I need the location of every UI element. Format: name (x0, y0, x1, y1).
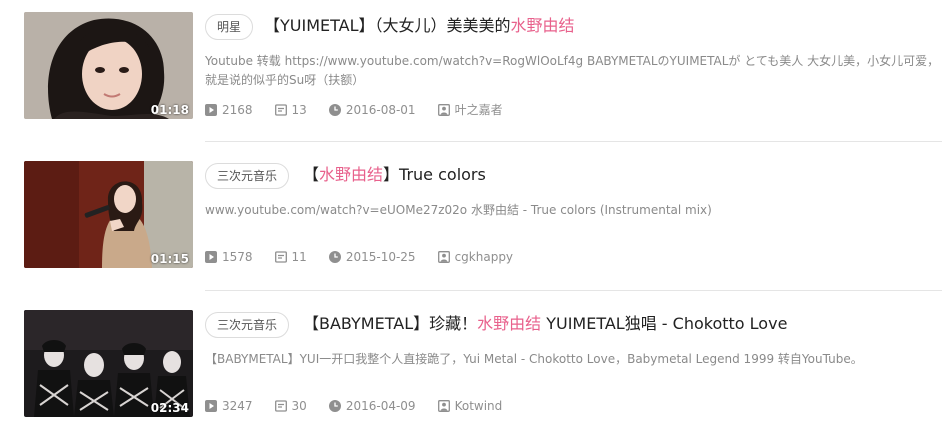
video-duration: 01:15 (150, 252, 189, 266)
uploader-name: cgkhappy (454, 250, 514, 264)
user-icon (437, 103, 450, 116)
upload-date: 2016-04-09 (328, 399, 416, 413)
comment-count: 30 (274, 399, 307, 413)
upload-date-value: 2015-10-25 (345, 250, 416, 264)
uploader[interactable]: Kotwind (437, 399, 503, 413)
video-meta: 1578 11 2015-10-25 cgkhappy (205, 250, 535, 264)
video-description: www.youtube.com/watch?v=eUOMe27z02o 水野由結… (205, 203, 712, 217)
title-highlight: 水野由结 (319, 165, 384, 184)
comment-count: 11 (274, 250, 307, 264)
video-list: 01:18 明星 【YUIMETAL】（大女儿）美美美的水野由结 Youtube… (0, 0, 942, 429)
video-thumbnail[interactable]: 01:15 (24, 161, 193, 268)
play-count: 2168 (205, 103, 253, 117)
video-description: 【BABYMETAL】YUI一开口我整个人直接跪了，Yui Metal - Ch… (205, 352, 863, 366)
play-count-value: 2168 (222, 102, 253, 117)
clock-icon (328, 400, 341, 412)
video-item: 01:18 明星 【YUIMETAL】（大女儿）美美美的水野由结 Youtube… (0, 0, 942, 140)
uploader-name: Kotwind (454, 399, 503, 413)
video-thumbnail[interactable]: 01:18 (24, 12, 193, 119)
play-count: 1578 (205, 250, 253, 264)
video-thumbnail[interactable]: 02:34 (24, 310, 193, 417)
play-count-icon (205, 251, 217, 263)
video-duration: 02:34 (150, 401, 189, 415)
category-tag[interactable]: 三次元音乐 (205, 312, 290, 338)
category-tag[interactable]: 三次元音乐 (205, 163, 290, 189)
video-description: Youtube 转载 https://www.youtube.com/watch… (205, 54, 940, 87)
comment-count-value: 11 (291, 250, 307, 264)
video-duration: 01:18 (150, 103, 189, 117)
comment-icon (274, 251, 287, 263)
play-count-icon (205, 400, 217, 412)
uploader[interactable]: cgkhappy (437, 250, 514, 264)
comment-icon (274, 103, 287, 116)
title-text: 【BABYMETAL】珍藏！ (303, 314, 478, 333)
clock-icon (328, 251, 341, 263)
user-icon (437, 400, 450, 412)
item-divider (205, 290, 942, 291)
title-text: 】True colors (383, 165, 486, 184)
video-meta: 3247 30 2016-04-09 Kotwind (205, 399, 524, 413)
item-divider (205, 141, 942, 142)
upload-date: 2015-10-25 (328, 250, 416, 264)
uploader-name: 叶之嘉者 (454, 103, 503, 117)
play-count-value: 1578 (222, 250, 253, 264)
video-title[interactable]: 【BABYMETAL】珍藏！水野由结 YUIMETAL独唱 - Chokotto… (303, 311, 787, 337)
uploader[interactable]: 叶之嘉者 (437, 101, 503, 118)
video-meta: 2168 13 2016-08-01 叶之嘉者 (205, 101, 525, 118)
title-highlight: 水野由结 (510, 16, 575, 35)
comment-count-value: 13 (291, 102, 307, 117)
video-item: 02:34 三次元音乐 【BABYMETAL】珍藏！水野由结 YUIMETAL独… (0, 298, 942, 438)
comment-count: 13 (274, 102, 307, 117)
video-title[interactable]: 【YUIMETAL】（大女儿）美美美的水野由结 (264, 13, 575, 39)
clock-icon (328, 103, 341, 116)
play-count-value: 3247 (222, 399, 253, 413)
play-count: 3247 (205, 399, 253, 413)
title-text: 【YUIMETAL】（大女儿）美美美的 (264, 16, 511, 35)
comment-icon (274, 400, 287, 412)
upload-date: 2016-08-01 (328, 102, 416, 117)
video-item: 01:15 三次元音乐 【水野由结】True colors www.youtub… (0, 149, 942, 289)
title-highlight: 水野由结 (477, 314, 542, 333)
category-tag[interactable]: 明星 (205, 14, 254, 40)
title-text: 【 (303, 165, 320, 184)
title-text: YUIMETAL独唱 - Chokotto Love (541, 314, 788, 333)
play-count-icon (205, 103, 217, 116)
user-icon (437, 251, 450, 263)
comment-count-value: 30 (291, 399, 307, 413)
video-title[interactable]: 【水野由结】True colors (303, 162, 486, 188)
upload-date-value: 2016-04-09 (345, 399, 416, 413)
upload-date-value: 2016-08-01 (345, 102, 416, 117)
